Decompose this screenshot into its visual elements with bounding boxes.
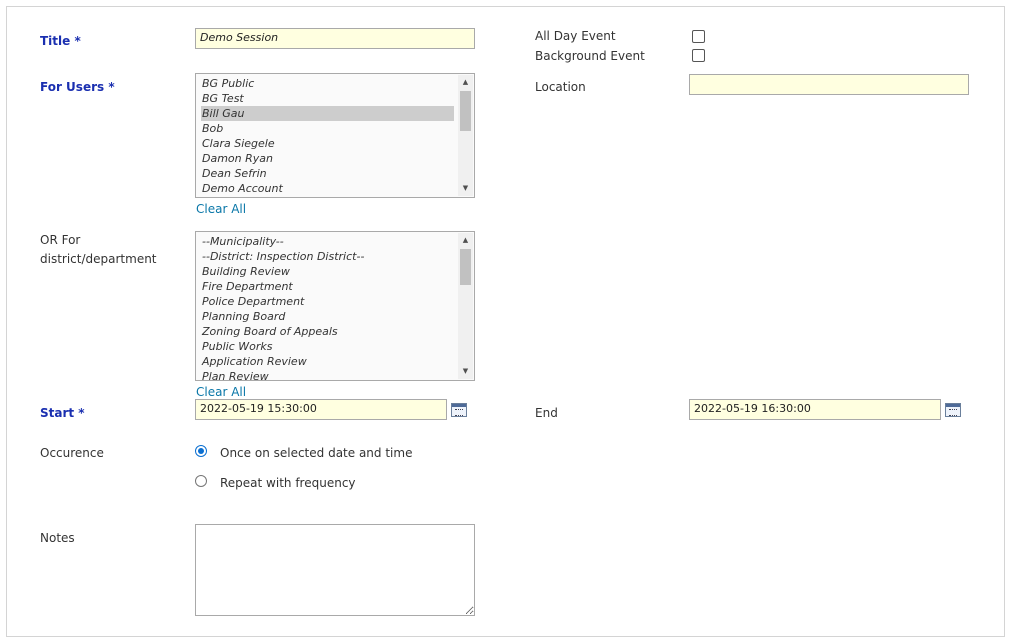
districts-listbox[interactable]: --Municipality-- --District: Inspection … — [195, 231, 475, 381]
list-item[interactable]: --District: Inspection District-- — [201, 249, 454, 264]
list-item[interactable]: Public Works — [201, 339, 454, 354]
calendar-icon[interactable] — [451, 403, 467, 417]
clear-all-districts-link[interactable]: Clear All — [196, 385, 246, 399]
list-item[interactable]: Police Department — [201, 294, 454, 309]
scroll-down-icon[interactable]: ▼ — [458, 364, 473, 379]
clear-all-users-link[interactable]: Clear All — [196, 202, 246, 216]
list-item[interactable]: Bob — [201, 121, 454, 136]
end-label: End — [535, 406, 558, 420]
background-event-checkbox[interactable] — [692, 49, 705, 62]
list-item[interactable]: --Municipality-- — [201, 234, 454, 249]
location-input[interactable] — [689, 74, 969, 95]
list-item[interactable]: Building Review — [201, 264, 454, 279]
notes-label: Notes — [40, 531, 75, 545]
list-item[interactable]: Damon Ryan — [201, 151, 454, 166]
list-item[interactable]: Dean Sefrin — [201, 166, 454, 181]
list-item[interactable]: BG Test — [201, 91, 454, 106]
occurrence-repeat-radio[interactable] — [195, 475, 207, 487]
background-event-label: Background Event — [535, 49, 645, 63]
scroll-up-icon[interactable]: ▲ — [458, 233, 473, 248]
for-users-label: For Users * — [40, 80, 115, 94]
scrollbar-thumb[interactable] — [460, 249, 471, 285]
list-item[interactable]: Clara Siegele — [201, 136, 454, 151]
title-label: Title * — [40, 34, 81, 48]
district-label-line1: OR For — [40, 233, 81, 247]
list-item[interactable]: Bill Gau — [201, 106, 454, 121]
occurrence-once-label[interactable]: Once on selected date and time — [220, 446, 412, 460]
occurrence-once-radio[interactable] — [195, 445, 207, 457]
list-item[interactable]: Plan Review — [201, 369, 454, 380]
all-day-label: All Day Event — [535, 29, 616, 43]
location-label: Location — [535, 80, 586, 94]
calendar-icon[interactable] — [945, 403, 961, 417]
scrollbar-thumb[interactable] — [460, 91, 471, 131]
users-listbox[interactable]: BG Public BG Test Bill Gau Bob Clara Sie… — [195, 73, 475, 198]
notes-textarea[interactable] — [195, 524, 475, 616]
all-day-checkbox[interactable] — [692, 30, 705, 43]
users-scrollbar[interactable]: ▲ ▼ — [458, 75, 473, 196]
start-label: Start * — [40, 406, 85, 420]
end-datetime-input[interactable]: 2022-05-19 16:30:00 — [689, 399, 941, 420]
scroll-up-icon[interactable]: ▲ — [458, 75, 473, 90]
occurrence-label: Occurence — [40, 446, 104, 460]
start-datetime-input[interactable]: 2022-05-19 15:30:00 — [195, 399, 447, 420]
district-label-line2: district/department — [40, 252, 157, 266]
event-form-panel — [6, 6, 1005, 637]
list-item[interactable]: Zoning Board of Appeals — [201, 324, 454, 339]
list-item[interactable]: Planning Board — [201, 309, 454, 324]
list-item[interactable]: BG Public — [201, 76, 454, 91]
list-item[interactable]: Demo Account — [201, 181, 454, 196]
list-item[interactable]: Application Review — [201, 354, 454, 369]
list-item[interactable]: Fire Department — [201, 279, 454, 294]
scroll-down-icon[interactable]: ▼ — [458, 181, 473, 196]
districts-scrollbar[interactable]: ▲ ▼ — [458, 233, 473, 379]
title-input[interactable]: Demo Session — [195, 28, 475, 49]
occurrence-repeat-label[interactable]: Repeat with frequency — [220, 476, 356, 490]
